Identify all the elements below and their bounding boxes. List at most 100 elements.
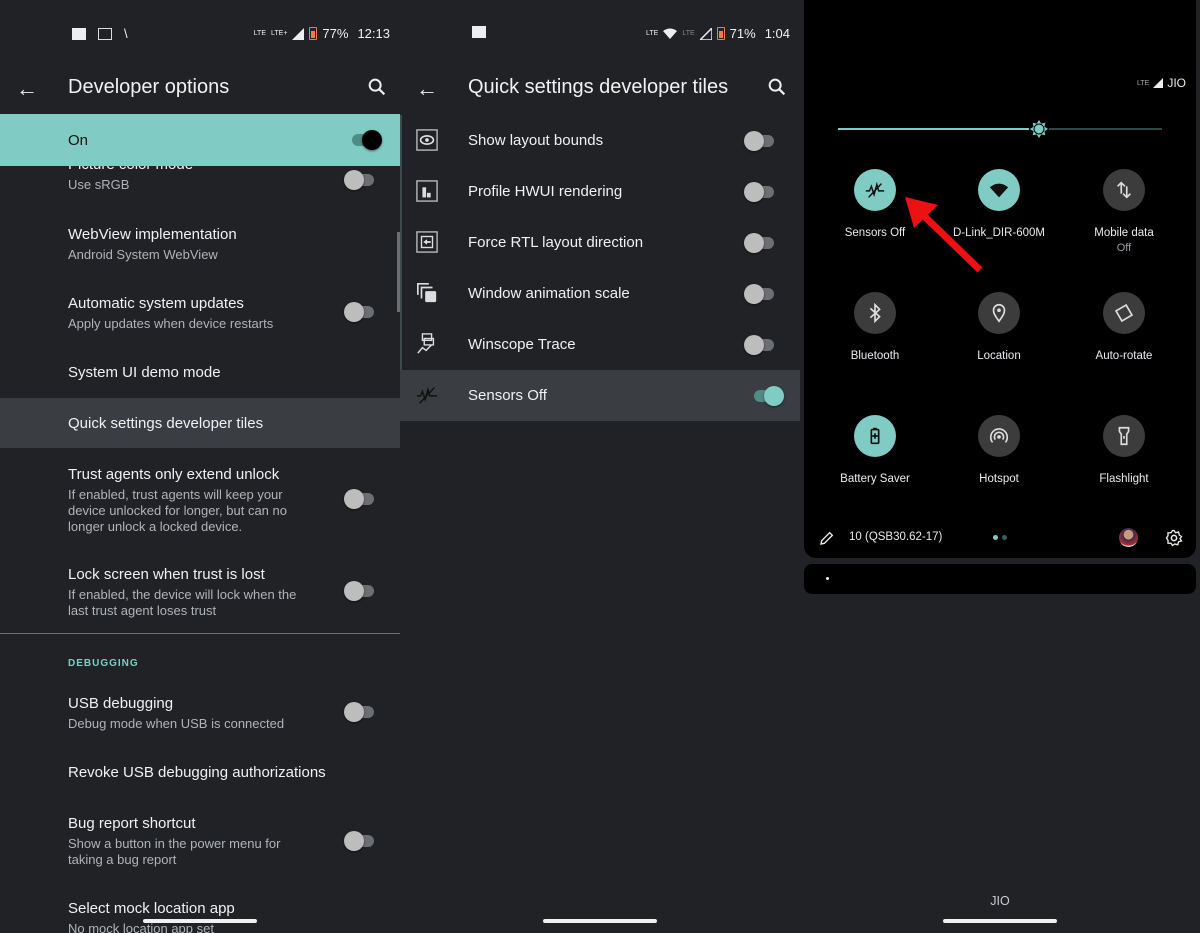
qs-tile-sublabel: Off <box>1116 242 1132 254</box>
page-indicator <box>1002 535 1007 540</box>
gesture-nav-handle[interactable] <box>943 919 1057 923</box>
tile-window-animation-scale[interactable]: Window animation scale <box>400 268 800 319</box>
setting-title: USB debugging <box>68 695 174 712</box>
tile-label: Show layout bounds <box>468 132 604 149</box>
setting-system-ui-demo-mode[interactable]: System UI demo mode <box>0 352 400 398</box>
qs-tile-button[interactable] <box>854 292 896 334</box>
qs-tile-label: Bluetooth <box>850 350 900 362</box>
auto-rotate-icon <box>1114 303 1134 323</box>
calendar-icon <box>98 27 112 40</box>
setting-automatic-system-updates[interactable]: Automatic system updates Apply updates w… <box>0 290 400 342</box>
battery-percent: 71% <box>729 26 756 41</box>
toggle-switch[interactable] <box>344 702 374 722</box>
volte-icon: LTE <box>253 30 267 37</box>
setting-title: Lock screen when trust is lost <box>68 566 265 583</box>
setting-title: Revoke USB debugging authorizations <box>68 764 326 781</box>
setting-subtitle: Show a button in the power menu for taki… <box>68 836 281 867</box>
qs-tile-label: Location <box>977 350 1021 362</box>
scrollbar[interactable] <box>400 115 402 370</box>
setting-trust-agents-extend-unlock[interactable]: Trust agents only extend unlock If enabl… <box>0 460 400 540</box>
tile-label: Winscope Trace <box>468 336 576 353</box>
notification-icon <box>72 27 86 40</box>
sensors-off-icon <box>416 386 438 404</box>
edit-pencil-icon[interactable] <box>819 530 835 546</box>
tile-winscope-trace[interactable]: Winscope Trace <box>400 319 800 370</box>
setting-lock-screen-trust-lost[interactable]: Lock screen when trust is lost If enable… <box>0 562 400 624</box>
qs-tile-button[interactable] <box>1103 169 1145 211</box>
wifi-icon <box>663 28 678 39</box>
toggle-switch[interactable] <box>744 233 774 253</box>
setting-subtitle: Use sRGB <box>68 177 130 192</box>
search-icon[interactable] <box>366 76 388 98</box>
volte-icon: LTE <box>646 30 659 37</box>
qs-tile-button[interactable] <box>978 292 1020 334</box>
notification-bar[interactable] <box>804 564 1196 594</box>
toggle-switch[interactable] <box>744 182 774 202</box>
quick-settings-developer-tiles-screen: LTE LTE 71% 1:04 ← Quick settings develo… <box>400 0 800 933</box>
qs-tile-button[interactable] <box>1103 292 1145 334</box>
setting-title: Select mock location app <box>68 900 235 917</box>
setting-subtitle: If enabled, the device will lock when th… <box>68 587 297 618</box>
gesture-nav-handle[interactable] <box>143 919 257 923</box>
setting-title: Automatic system updates <box>68 295 244 312</box>
toggle-switch[interactable] <box>744 335 774 355</box>
qs-tile-button[interactable] <box>854 169 896 211</box>
search-icon[interactable] <box>766 76 788 98</box>
qs-tile-button[interactable] <box>854 415 896 457</box>
toggle-switch[interactable] <box>744 131 774 151</box>
tile-profile-hwui-rendering[interactable]: Profile HWUI rendering <box>400 166 800 217</box>
qs-tile-button[interactable] <box>978 415 1020 457</box>
brightness-slider[interactable] <box>838 119 1162 139</box>
category-debugging: DEBUGGING <box>68 658 139 669</box>
gesture-nav-handle[interactable] <box>543 919 657 923</box>
setting-title: Bug report shortcut <box>68 815 196 832</box>
app-bar: ← Developer options <box>0 62 400 114</box>
qs-footer: 10 (QSB30.62-17) <box>804 514 1196 558</box>
back-arrow-icon[interactable]: ← <box>16 76 38 102</box>
toggle-switch[interactable] <box>344 170 374 190</box>
setting-subtitle: Apply updates when device restarts <box>68 316 274 331</box>
setting-quick-settings-developer-tiles[interactable]: Quick settings developer tiles <box>0 398 400 448</box>
tile-sensors-off[interactable]: Sensors Off <box>400 370 800 421</box>
battery-icon <box>309 27 318 40</box>
flashlight-icon <box>1118 426 1130 446</box>
setting-revoke-usb-authorizations[interactable]: Revoke USB debugging authorizations <box>0 756 400 796</box>
tile-force-rtl[interactable]: Force RTL layout direction <box>400 217 800 268</box>
setting-usb-debugging[interactable]: USB debugging Debug mode when USB is con… <box>0 690 400 740</box>
master-switch-bar[interactable]: On <box>0 114 400 166</box>
status-bar: \ LTE LTE+ 77% 12:13 <box>0 24 400 46</box>
tile-label: Profile HWUI rendering <box>468 183 623 200</box>
status-bar: LTE JIO <box>1137 76 1186 90</box>
battery-saver-icon <box>870 427 880 445</box>
lte-plus-icon: LTE+ <box>271 30 288 37</box>
back-arrow-icon[interactable]: ← <box>416 76 438 102</box>
setting-title: Trust agents only extend unlock <box>68 466 280 483</box>
toggle-switch[interactable] <box>344 489 374 509</box>
brightness-thumb-icon[interactable] <box>1028 119 1049 139</box>
setting-bug-report-shortcut[interactable]: Bug report shortcut Show a button in the… <box>0 812 400 874</box>
notification-dot <box>826 577 829 580</box>
brightness-fill <box>838 128 1039 130</box>
toggle-switch[interactable] <box>344 302 374 322</box>
signal-icon <box>292 27 305 40</box>
status-bar: LTE LTE 71% 1:04 <box>400 24 800 46</box>
toggle-switch[interactable] <box>744 284 774 304</box>
lockscreen-carrier: JIO <box>990 894 1010 908</box>
setting-mock-location-app[interactable]: Select mock location app No mock locatio… <box>0 896 400 933</box>
user-avatar[interactable] <box>1119 528 1138 547</box>
hwui-profile-icon <box>416 180 438 202</box>
toggle-switch[interactable] <box>754 386 784 406</box>
tile-show-layout-bounds[interactable]: Show layout bounds <box>400 115 800 166</box>
setting-title: System UI demo mode <box>68 364 221 381</box>
master-toggle-switch[interactable] <box>352 130 382 150</box>
page-title: Quick settings developer tiles <box>468 76 729 98</box>
settings-gear-icon[interactable] <box>1165 529 1183 547</box>
qs-tile-label: Flashlight <box>1099 473 1149 485</box>
battery-icon <box>716 27 725 40</box>
setting-webview-implementation[interactable]: WebView implementation Android System We… <box>0 220 400 272</box>
qs-tile-button[interactable] <box>1103 415 1145 457</box>
page-title: Developer options <box>68 76 230 98</box>
toggle-switch[interactable] <box>344 581 374 601</box>
sensors-off-icon <box>865 181 885 198</box>
toggle-switch[interactable] <box>344 831 374 851</box>
